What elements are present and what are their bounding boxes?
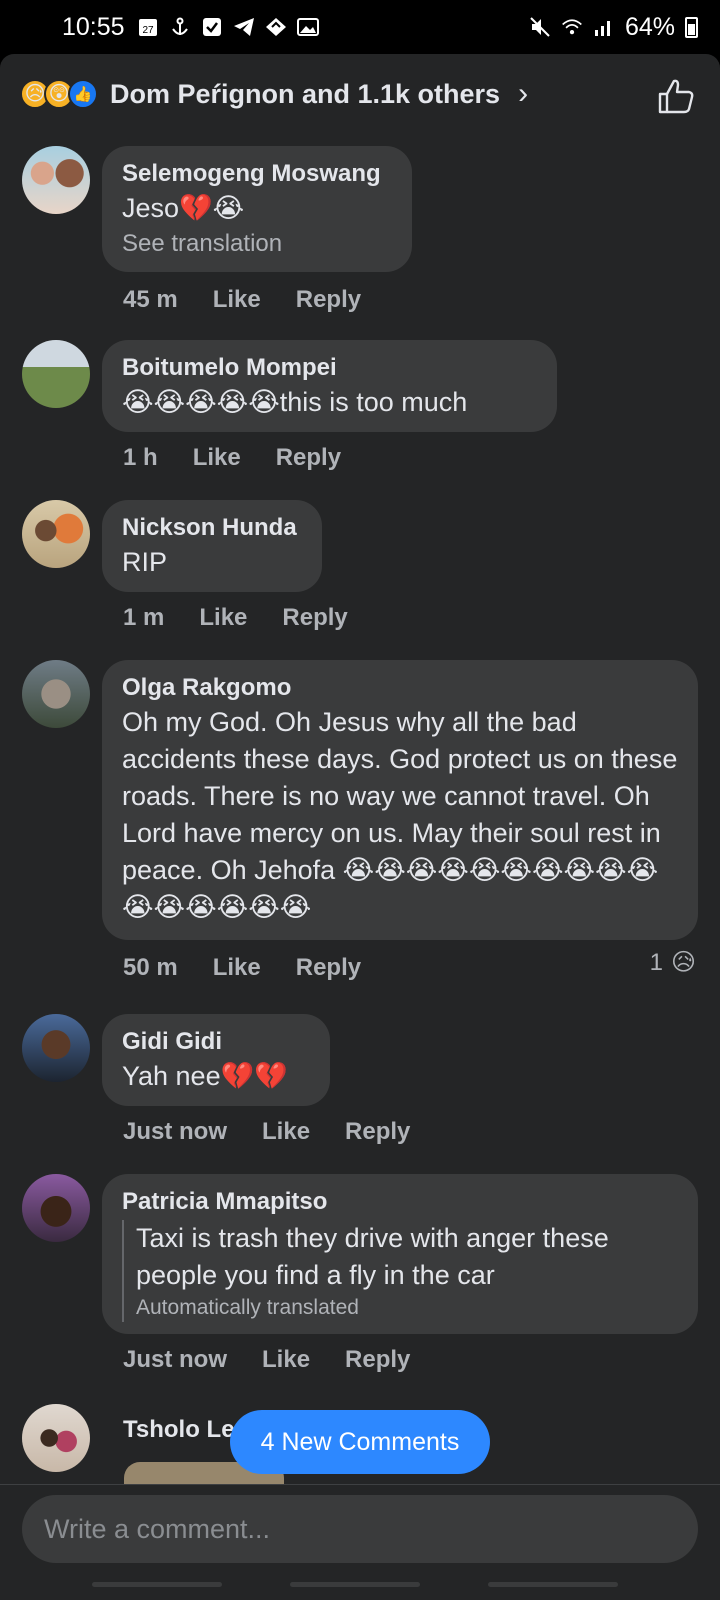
like-post-button[interactable] bbox=[656, 76, 696, 116]
like-button[interactable]: Like bbox=[213, 954, 261, 982]
comment-author[interactable]: Olga Rakgomo bbox=[122, 672, 678, 704]
wifi-icon bbox=[561, 16, 583, 38]
battery-icon bbox=[685, 16, 698, 38]
comment-bubble[interactable]: Nickson Hunda RIP bbox=[102, 500, 322, 592]
comments-sheet: 😥 😲 👍 Dom Peŕignon and 1.1k others › Sel… bbox=[0, 54, 720, 1600]
reply-button[interactable]: Reply bbox=[296, 286, 361, 314]
reply-button[interactable]: Reply bbox=[296, 954, 361, 982]
avatar[interactable] bbox=[22, 1404, 90, 1472]
comment-author[interactable]: Patricia Mmapitso bbox=[122, 1186, 678, 1218]
like-react-icon: 👍 bbox=[68, 79, 98, 109]
comment-time[interactable]: 1 h bbox=[123, 444, 158, 472]
reply-button[interactable]: Reply bbox=[282, 604, 347, 632]
avatar[interactable] bbox=[22, 500, 90, 568]
nav-bar-handle bbox=[488, 1582, 618, 1587]
signal-icon bbox=[593, 16, 615, 38]
reactions-text: Dom Peŕignon and 1.1k others bbox=[110, 78, 501, 109]
status-time: 10:55 bbox=[62, 12, 125, 41]
avatar[interactable] bbox=[22, 1174, 90, 1242]
like-button[interactable]: Like bbox=[262, 1118, 310, 1146]
mute-icon bbox=[529, 16, 551, 38]
reactions-summary[interactable]: 😥 😲 👍 Dom Peŕignon and 1.1k others › bbox=[0, 54, 720, 134]
system-icons: 64% bbox=[529, 13, 698, 42]
like-button[interactable]: Like bbox=[199, 604, 247, 632]
nav-bar-handle bbox=[92, 1582, 222, 1587]
comment-author[interactable]: Nickson Hunda bbox=[122, 512, 302, 544]
checkbox-icon bbox=[201, 16, 223, 38]
reaction-count-number: 1 bbox=[649, 948, 663, 976]
comment-text: Taxi is trash they drive with anger thes… bbox=[136, 1223, 609, 1290]
comment-time[interactable]: Just now bbox=[123, 1346, 227, 1374]
avatar[interactable] bbox=[22, 1014, 90, 1082]
calendar-icon: 27 bbox=[137, 16, 159, 38]
comment-author[interactable]: Tsholo Le bbox=[123, 1414, 235, 1446]
comment-text: Oh my God. Oh Jesus why all the bad acci… bbox=[122, 707, 678, 922]
image-icon bbox=[296, 16, 319, 38]
thumbs-up-icon bbox=[658, 79, 694, 114]
svg-text:27: 27 bbox=[142, 25, 154, 36]
comment-bubble[interactable]: Patricia Mmapitso Taxi is trash they dri… bbox=[102, 1174, 698, 1334]
comment-actions: 50 m Like Reply bbox=[123, 954, 361, 982]
comment-text: Yah nee💔💔 bbox=[122, 1061, 288, 1091]
reply-button[interactable]: Reply bbox=[276, 444, 341, 472]
new-comments-button[interactable]: 4 New Comments bbox=[230, 1410, 490, 1474]
comment-actions: Just now Like Reply bbox=[123, 1118, 410, 1146]
comment-bubble[interactable]: Selemogeng Moswang Jeso💔😭 See translatio… bbox=[102, 146, 412, 272]
comment-time[interactable]: 1 m bbox=[123, 604, 164, 632]
comment-bubble[interactable]: Olga Rakgomo Oh my God. Oh Jesus why all… bbox=[102, 660, 698, 940]
diamond-icon bbox=[265, 16, 287, 38]
comment-actions: 1 m Like Reply bbox=[123, 604, 348, 632]
translated-block: Taxi is trash they drive with anger thes… bbox=[122, 1220, 678, 1322]
comment-actions: 45 m Like Reply bbox=[123, 286, 361, 314]
like-button[interactable]: Like bbox=[213, 286, 261, 314]
reaction-icons: 😥 😲 👍 bbox=[20, 79, 98, 109]
comment-time[interactable]: 50 m bbox=[123, 954, 178, 982]
auto-translated-label[interactable]: Automatically translated bbox=[136, 1294, 678, 1322]
chevron-right-icon: › bbox=[518, 77, 529, 110]
like-button[interactable]: Like bbox=[193, 444, 241, 472]
comment-actions: Just now Like Reply bbox=[123, 1346, 410, 1374]
telegram-icon bbox=[233, 16, 255, 38]
notification-icons: 27 bbox=[137, 16, 319, 38]
status-bar: 10:55 27 64% bbox=[0, 0, 720, 54]
comment-text: RIP bbox=[122, 547, 168, 577]
reply-button[interactable]: Reply bbox=[345, 1346, 410, 1374]
comment-author[interactable]: Selemogeng Moswang bbox=[122, 158, 392, 190]
comment-text: 😭😭😭😭😭this is too much bbox=[122, 387, 468, 417]
like-button[interactable]: Like bbox=[262, 1346, 310, 1374]
reply-button[interactable]: Reply bbox=[345, 1118, 410, 1146]
sad-react-icon: 😥 bbox=[670, 949, 696, 976]
see-translation-link[interactable]: See translation bbox=[122, 227, 392, 261]
battery-percent: 64% bbox=[624, 12, 675, 41]
comment-bubble[interactable]: Boitumelo Mompei 😭😭😭😭😭this is too much bbox=[102, 340, 557, 432]
comment-time[interactable]: 45 m bbox=[123, 286, 178, 314]
nav-bar-handle bbox=[290, 1582, 420, 1587]
anchor-icon bbox=[169, 16, 191, 38]
avatar[interactable] bbox=[22, 146, 90, 214]
comment-reaction-count[interactable]: 1 😥 bbox=[650, 948, 696, 977]
comment-text: Jeso💔😭 bbox=[122, 193, 245, 223]
comment-input[interactable] bbox=[22, 1495, 698, 1563]
comment-time[interactable]: Just now bbox=[123, 1118, 227, 1146]
avatar[interactable] bbox=[22, 660, 90, 728]
comment-author[interactable]: Boitumelo Mompei bbox=[122, 352, 537, 384]
comment-author[interactable]: Gidi Gidi bbox=[122, 1026, 310, 1058]
comment-bubble[interactable]: Gidi Gidi Yah nee💔💔 bbox=[102, 1014, 330, 1106]
comment-actions: 1 h Like Reply bbox=[123, 444, 341, 472]
avatar[interactable] bbox=[22, 340, 90, 408]
